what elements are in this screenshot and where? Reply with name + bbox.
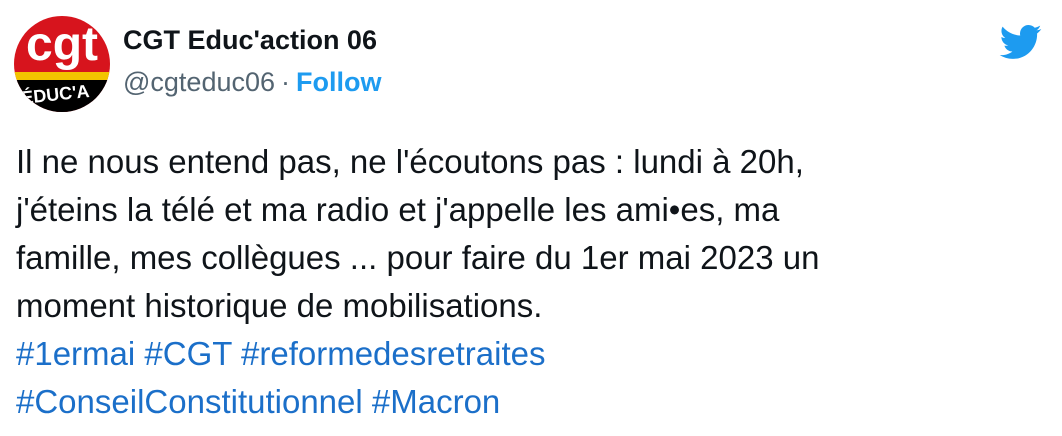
hashtags-line-2: #ConseilConstitutionnel #Macron: [16, 378, 1036, 426]
hashtag-link[interactable]: #reformedesretraites: [241, 335, 545, 372]
author-names: CGT Educ'action 06 @cgteduc06 · Follow: [123, 16, 382, 112]
tweet-body: Il ne nous entend pas, ne l'écoutons pas…: [16, 138, 1036, 426]
display-name[interactable]: CGT Educ'action 06: [123, 23, 382, 57]
tweet-line: moment historique de mobilisations.: [16, 287, 543, 324]
tweet-line: j'éteins la télé et ma radio et j'appell…: [16, 191, 780, 228]
tweet-header: cgt ÉDUC'A CGT Educ'action 06 @cgteduc06…: [14, 16, 382, 112]
tweet-line: Il ne nous entend pas, ne l'écoutons pas…: [16, 143, 804, 180]
avatar-logo-text: cgt: [26, 18, 98, 71]
hashtag-link[interactable]: #ConseilConstitutionnel: [16, 383, 363, 420]
tweet-line: famille, mes collègues ... pour faire du…: [16, 239, 820, 276]
follow-button[interactable]: Follow: [296, 67, 381, 97]
hashtag-link[interactable]: #1ermai: [16, 335, 135, 372]
avatar[interactable]: cgt ÉDUC'A: [14, 16, 110, 112]
twitter-bird-icon[interactable]: [998, 20, 1042, 64]
separator-dot: ·: [281, 67, 291, 97]
hashtag-link[interactable]: #CGT: [144, 335, 231, 372]
hashtags-line-1: #1ermai #CGT #reformedesretraites: [16, 330, 1036, 378]
hashtag-link[interactable]: #Macron: [372, 383, 500, 420]
handle[interactable]: @cgteduc06: [123, 67, 275, 97]
cgt-logo-avatar: cgt ÉDUC'A: [14, 16, 110, 112]
handle-row: @cgteduc06 · Follow: [123, 65, 382, 99]
tweet-card: cgt ÉDUC'A CGT Educ'action 06 @cgteduc06…: [0, 0, 1062, 436]
